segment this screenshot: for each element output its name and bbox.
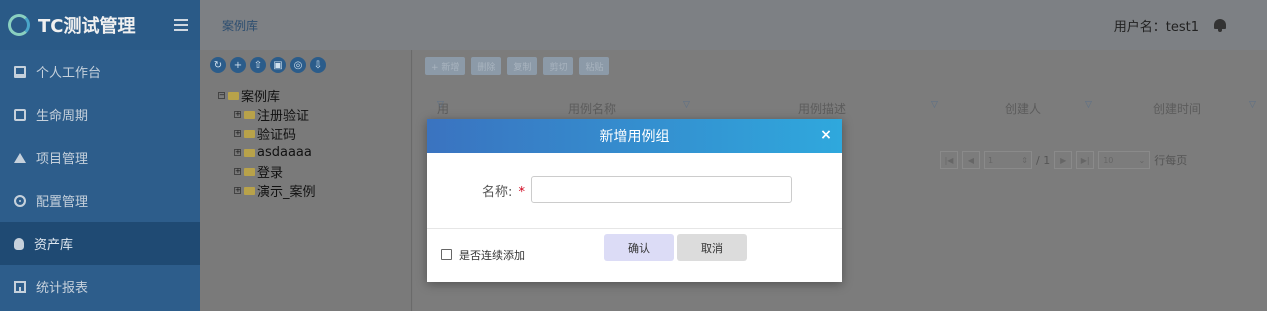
table-header: 用例ID▽ 用例名称 ▽ 用例描述 ▽ 创建人 ▽ 创建时间 ▽: [437, 100, 1256, 148]
case-tree: − 案例库 + 注册验证 + 验证码 + asdaaaa + 登录 + 演示_案…: [200, 73, 411, 200]
username-label: 用户名：test1: [1113, 19, 1199, 35]
dialog-header: 新增用例组 ×: [427, 119, 842, 153]
chevron-down-icon: ⌄: [1138, 155, 1146, 165]
folder-icon: [244, 129, 255, 138]
prev-page-button[interactable]: ◀: [962, 151, 980, 169]
expand-icon[interactable]: +: [234, 149, 241, 156]
tree-node-label: asdaaaa: [257, 145, 312, 160]
sidebar-item-lifecycle[interactable]: 生命周期: [0, 93, 200, 136]
next-page-button[interactable]: ▶: [1054, 151, 1073, 169]
folder-icon: [228, 91, 239, 100]
monitor-icon: [14, 65, 26, 78]
collapse-icon[interactable]: −: [218, 92, 225, 99]
top-bar: 案例库 用户名：test1: [200, 0, 1267, 50]
sidebar-item-reports[interactable]: 统计报表: [0, 265, 200, 308]
filter-icon[interactable]: ▽: [683, 100, 690, 110]
name-input[interactable]: [531, 176, 792, 203]
sidebar-item-label: 配置管理: [36, 195, 89, 210]
paste-button[interactable]: 粘贴: [579, 57, 610, 75]
folder-icon: [244, 110, 255, 119]
chart-icon: [14, 280, 26, 293]
tree-panel: ↻ + ⇧ ▣ ◎ ⇩ − 案例库 + 注册验证 + 验证码 + asdaaaa…: [200, 50, 412, 311]
column-header[interactable]: 用例描述: [798, 100, 846, 117]
sidebar-item-label: 统计报表: [36, 281, 89, 296]
sidebar-header: TC测试管理: [0, 0, 200, 50]
sidebar-item-workbench[interactable]: 个人工作台: [0, 50, 200, 93]
column-header[interactable]: 创建时间: [1153, 100, 1201, 117]
required-mark: *: [518, 185, 526, 200]
filter-icon[interactable]: ▽: [1085, 100, 1092, 110]
page-total: / 1: [1036, 153, 1051, 167]
tree-node[interactable]: + asdaaaa: [218, 143, 411, 162]
delete-button[interactable]: 删除: [471, 57, 502, 75]
bell-icon[interactable]: [1213, 17, 1227, 33]
pager: |◀ ◀ 1 ⇕ / 1 ▶ ▶| 10 ⌄ 行每页: [940, 151, 1187, 169]
expand-icon[interactable]: +: [234, 168, 241, 175]
tree-node-label: 演示_案例: [257, 185, 316, 200]
tree-node[interactable]: + 验证码: [218, 124, 411, 143]
menu-toggle-icon[interactable]: [174, 19, 188, 31]
gear-icon: [14, 194, 26, 207]
sidebar-item-assets[interactable]: 资产库: [0, 222, 200, 265]
dialog-body: 名称: *: [427, 153, 842, 229]
dialog-footer: 是否连续添加 确认 取消: [427, 229, 842, 282]
sidebar-item-label: 项目管理: [36, 152, 89, 167]
continue-add-checkbox[interactable]: [441, 249, 452, 260]
tree-node[interactable]: + 注册验证: [218, 105, 411, 124]
sidebar-item-config[interactable]: 配置管理: [0, 179, 200, 222]
brand-title: TC测试管理: [38, 16, 136, 37]
sidebar-item-label: 资产库: [34, 238, 74, 253]
first-page-button[interactable]: |◀: [940, 151, 958, 169]
breadcrumb[interactable]: 案例库: [222, 17, 258, 34]
upload-icon[interactable]: ⇧: [250, 57, 266, 73]
filter-icon[interactable]: ▽: [1249, 100, 1256, 110]
case-toolbar: + 新增 删除 复制 剪切 粘贴: [413, 50, 1267, 75]
add-case-group-dialog: 新增用例组 × 名称: * 是否连续添加 确认 取消: [427, 119, 842, 282]
copy-button[interactable]: 复制: [507, 57, 538, 75]
tree-root[interactable]: − 案例库: [218, 86, 411, 105]
tree-node-label: 验证码: [257, 128, 297, 143]
document-icon: [14, 108, 26, 121]
cancel-button[interactable]: 取消: [677, 234, 747, 261]
tree-node-label: 登录: [257, 166, 284, 181]
dialog-title: 新增用例组: [599, 129, 670, 145]
settings-icon[interactable]: ◎: [290, 57, 306, 73]
folder-icon: [244, 186, 255, 195]
column-header[interactable]: 用例名称: [568, 100, 616, 117]
page-size-select[interactable]: 10 ⌄: [1098, 151, 1151, 169]
last-page-button[interactable]: ▶|: [1076, 151, 1095, 169]
layers-icon: [14, 152, 26, 163]
folder-icon: [244, 148, 255, 157]
column-header[interactable]: 创建人: [1005, 100, 1041, 117]
folder-icon: [244, 167, 255, 176]
add-button[interactable]: + 新增: [425, 57, 466, 75]
cut-button[interactable]: 剪切: [543, 57, 574, 75]
expand-icon[interactable]: +: [234, 111, 241, 118]
page-input[interactable]: 1 ⇕: [984, 151, 1032, 169]
per-page-label: 行每页: [1154, 154, 1188, 167]
continue-add-label: 是否连续添加: [459, 249, 525, 262]
copy-icon[interactable]: ▣: [270, 57, 286, 73]
tree-node[interactable]: + 登录: [218, 162, 411, 181]
download-icon[interactable]: ⇩: [310, 57, 326, 73]
tree-node-label: 案例库: [241, 90, 281, 105]
sidebar: TC测试管理 个人工作台 生命周期 项目管理 配置管理 资产库 统计报表: [0, 0, 200, 311]
filter-icon[interactable]: ▽: [437, 100, 444, 110]
logo-icon: [8, 14, 30, 36]
filter-icon[interactable]: ▽: [931, 100, 938, 110]
database-icon: [14, 237, 24, 250]
expand-icon[interactable]: +: [234, 187, 241, 194]
tree-toolbar: ↻ + ⇧ ▣ ◎ ⇩: [200, 50, 411, 73]
add-icon[interactable]: +: [230, 57, 246, 73]
confirm-button[interactable]: 确认: [604, 234, 674, 261]
expand-icon[interactable]: +: [234, 130, 241, 137]
tree-node[interactable]: + 演示_案例: [218, 181, 411, 200]
sidebar-item-projects[interactable]: 项目管理: [0, 136, 200, 179]
sidebar-item-label: 生命周期: [36, 109, 89, 124]
tree-node-label: 注册验证: [257, 109, 310, 124]
close-icon[interactable]: ×: [818, 127, 834, 143]
sidebar-item-label: 个人工作台: [36, 66, 102, 81]
refresh-icon[interactable]: ↻: [210, 57, 226, 73]
name-label: 名称: *: [482, 185, 526, 200]
